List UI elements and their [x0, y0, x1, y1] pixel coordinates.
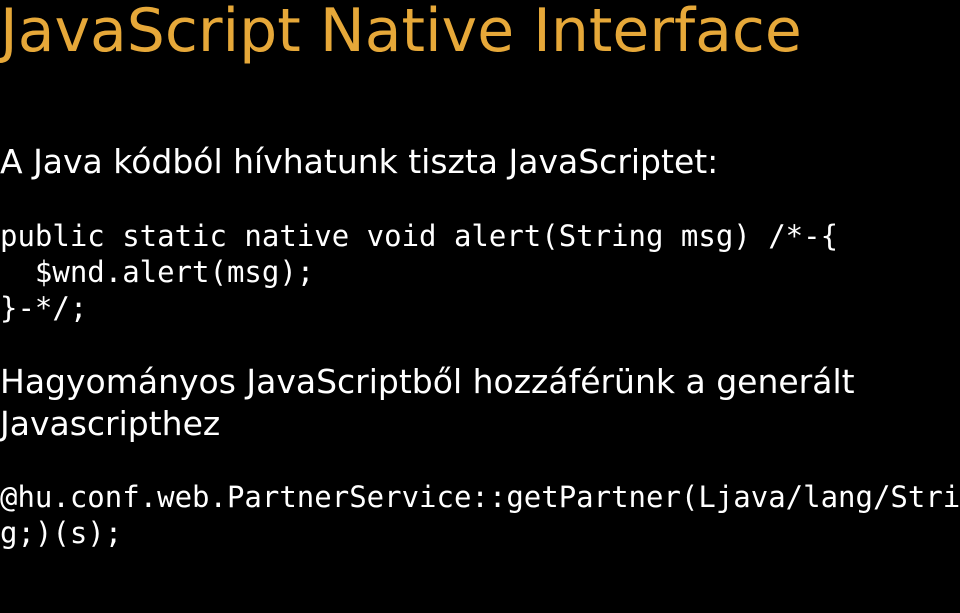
code-block-1: public static native void alert(String m… [0, 218, 960, 327]
slide-title: JavaScript Native Interface [0, 0, 960, 63]
code-block-2: @hu.conf.web.PartnerService::getPartner(… [0, 479, 960, 552]
slide: JavaScript Native Interface A Java kódbó… [0, 0, 960, 613]
paragraph-1: A Java kódból hívhatunk tiszta JavaScrip… [0, 141, 960, 184]
paragraph-2: Hagyományos JavaScriptből hozzáférünk a … [0, 361, 960, 445]
